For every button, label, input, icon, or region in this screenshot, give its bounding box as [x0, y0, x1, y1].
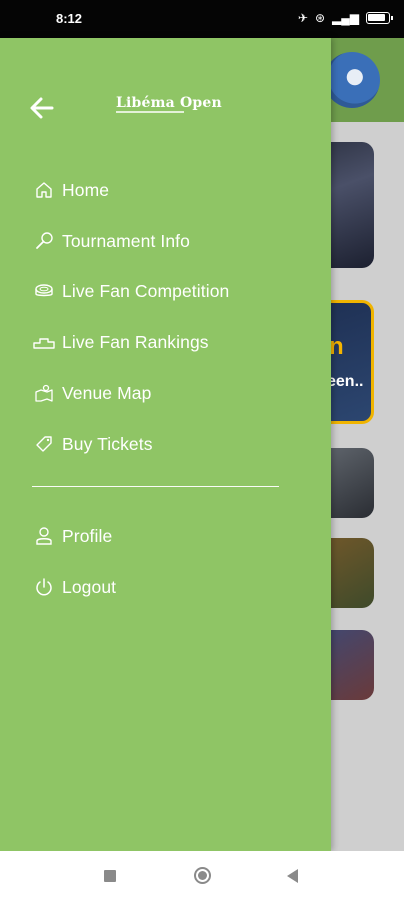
- stadium-icon: [33, 280, 55, 302]
- menu-item-venue-map[interactable]: Venue Map: [0, 373, 331, 413]
- menu-item-profile[interactable]: Profile: [0, 516, 331, 556]
- power-icon: [33, 576, 55, 598]
- menu-item-tournament-info[interactable]: Tournament Info: [0, 221, 331, 261]
- battery-icon: [366, 12, 393, 24]
- promo-title: n: [329, 333, 344, 360]
- logo-underline: [116, 111, 184, 113]
- menu-item-live-fan-competition[interactable]: Live Fan Competition: [0, 271, 331, 311]
- menu-label: Profile: [62, 525, 113, 546]
- menu-label: Tournament Info: [62, 230, 190, 251]
- menu-item-logout[interactable]: Logout: [0, 567, 331, 607]
- recents-button[interactable]: [104, 870, 116, 882]
- menu-label: Venue Map: [62, 382, 152, 403]
- arrow-left-icon: [30, 97, 54, 119]
- app-logo: Libéma Open: [116, 94, 222, 118]
- sync-icon: ⊛: [314, 11, 326, 25]
- logo-text: Libéma Open: [116, 95, 222, 111]
- profile-icon: [33, 525, 55, 547]
- menu-label: Buy Tickets: [62, 433, 153, 454]
- status-icons: ✈ ⊛ ▂▄▆: [297, 11, 393, 25]
- ticket-icon: [33, 433, 55, 455]
- system-nav-bar: [0, 851, 404, 900]
- back-nav-button[interactable]: [287, 869, 298, 883]
- racket-icon: [33, 230, 55, 252]
- menu-item-home[interactable]: Home: [0, 170, 331, 210]
- back-button[interactable]: [26, 92, 58, 124]
- menu-item-buy-tickets[interactable]: Buy Tickets: [0, 424, 331, 464]
- signal-icon: ▂▄▆: [332, 11, 359, 25]
- home-icon: [33, 179, 55, 201]
- data-saver-icon: ✈: [297, 11, 308, 25]
- menu-label: Logout: [62, 576, 117, 597]
- menu-label: Live Fan Rankings: [62, 331, 209, 352]
- promo-subtitle: een..: [327, 373, 364, 390]
- home-button[interactable]: [194, 867, 211, 884]
- avatar[interactable]: [324, 52, 380, 108]
- map-icon: [33, 382, 55, 404]
- menu-label: Live Fan Competition: [62, 280, 230, 301]
- podium-icon: [33, 331, 55, 353]
- navigation-drawer: Libéma Open Home Tournament Info Live Fa…: [0, 38, 331, 851]
- menu-divider: [32, 486, 279, 487]
- status-bar: 8:12 ✈ ⊛ ▂▄▆: [0, 0, 404, 38]
- menu-label: Home: [62, 179, 110, 200]
- menu-item-live-fan-rankings[interactable]: Live Fan Rankings: [0, 322, 331, 362]
- status-time: 8:12: [56, 11, 83, 26]
